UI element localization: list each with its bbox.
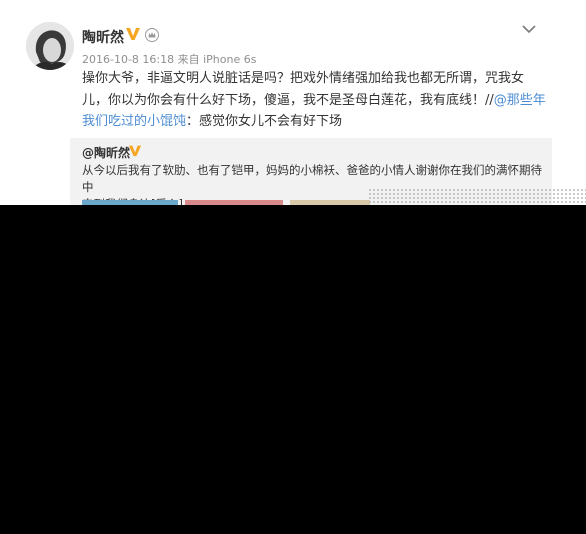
post-line-2: 儿，你以为你会有什么好下场，傻逼，我不是圣母白莲花，我有底线！//@那些年 [82,90,552,112]
mention-link[interactable]: @那些年 [494,93,546,108]
chevron-down-icon[interactable] [520,20,538,38]
repost-username[interactable]: @陶昕然 [82,144,130,161]
member-crown-icon [145,28,159,42]
redacted-area [0,205,586,534]
verified-v-icon [126,28,140,40]
post-line-3-text: ：感觉你女儿不会有好下场 [186,114,343,129]
username[interactable]: 陶昕然 [82,27,124,47]
weibo-post-card: 陶昕然 2016-10-8 16:18 来自 iPhone 6s 操你大爷，非逼… [0,0,586,211]
post-meta: 2016-10-8 16:18 来自 iPhone 6s [82,53,257,66]
dotted-pattern [368,188,586,205]
post-body: 操你大爷，非逼文明人说脏话是吗？把戏外情绪强加给我也都无所谓，咒我女 儿，你以为… [82,68,552,133]
post-line-3: 我们吃过的小馄饨：感觉你女儿不会有好下场 [82,111,552,133]
avatar[interactable] [26,22,74,70]
post-line-1: 操你大爷，非逼文明人说脏话是吗？把戏外情绪强加给我也都无所谓，咒我女 [82,71,525,86]
post-line-2-text: 儿，你以为你会有什么好下场，傻逼，我不是圣母白莲花，我有底线！// [82,92,494,108]
mention-link-cont[interactable]: 我们吃过的小馄饨 [82,114,186,129]
verified-v-icon [128,145,142,157]
